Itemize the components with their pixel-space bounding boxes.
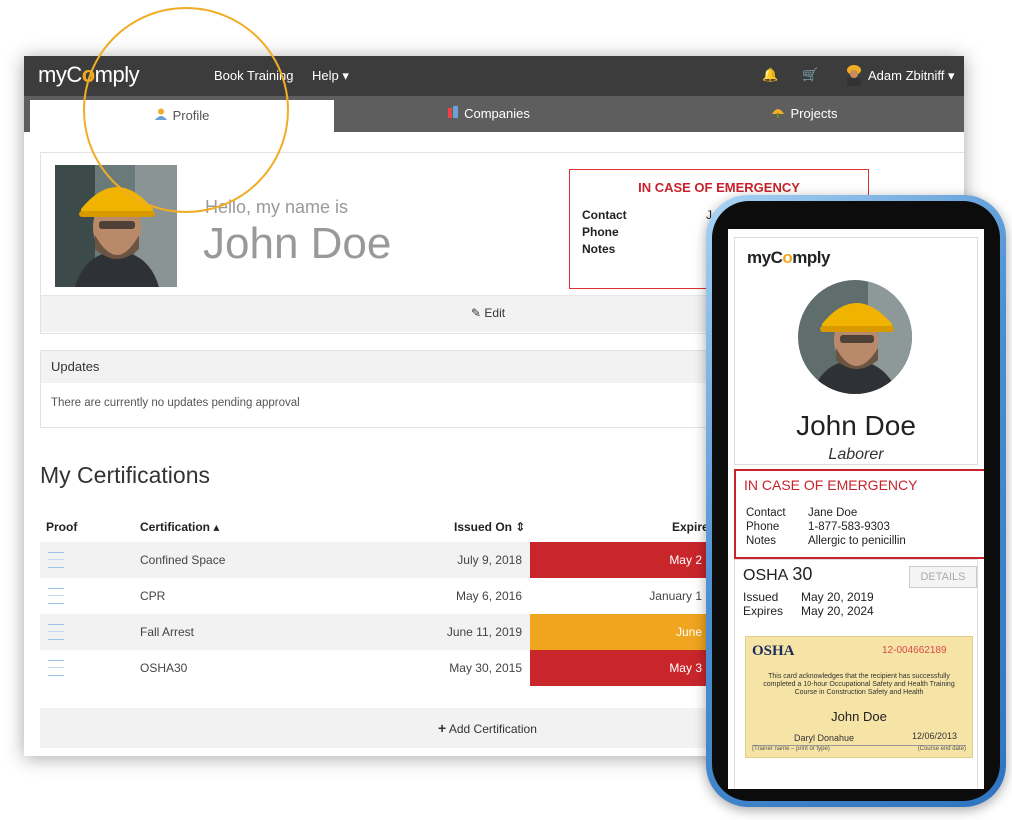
certifications-title: My Certifications (40, 462, 210, 488)
cert-issued: May 6, 2016 (455, 589, 522, 603)
phone-contact-label: Contact (746, 507, 786, 519)
proof-thumbnail[interactable] (48, 588, 64, 604)
osha-card-text: This card acknowledges that the recipien… (763, 673, 955, 696)
osha-card-footer: (Trainer name – print or type) (Course e… (752, 745, 966, 756)
cert-issued: June 11, 2019 (446, 625, 522, 639)
tab-companies[interactable]: Companies (334, 96, 644, 132)
osha-issued-value: May 20, 2019 (801, 590, 874, 604)
user-avatar-icon[interactable] (844, 64, 864, 86)
cert-name: Fall Arrest (140, 625, 195, 639)
header-certification[interactable]: Certification ▴ (140, 520, 219, 534)
phone-profile-photo (798, 280, 912, 394)
phone-profile-name: John Doe (796, 410, 916, 441)
cart-icon[interactable]: 🛒 (802, 67, 818, 83)
highlight-ring (83, 7, 289, 213)
osha-issued-label: Issued (743, 590, 779, 604)
proof-thumbnail[interactable] (48, 624, 64, 640)
proof-thumbnail[interactable] (48, 552, 64, 568)
header-expires[interactable]: Expire (672, 520, 709, 534)
phone-notes-label: Notes (746, 535, 777, 547)
pencil-icon: ✎ (471, 306, 482, 320)
phone-emergency-title: IN CASE OF EMERGENCY (744, 477, 918, 493)
details-button[interactable]: DETAILS (909, 566, 977, 588)
osha-card-logo: OSHA (752, 643, 795, 659)
osha-title: OSHA 30 (743, 564, 813, 584)
cert-expires: May 2 (669, 553, 702, 567)
osha-card-date: 12/06/2013 (912, 731, 958, 741)
osha-card-trainer: Daryl Donahue (794, 733, 855, 743)
phone-screen: myComply John Doe Laborer IN CASE OF EME… (728, 229, 984, 789)
plus-icon: + (438, 720, 447, 736)
phone-notes-value: Allergic to penicillin (808, 535, 906, 547)
add-certification-button[interactable]: + Add Certification (438, 720, 537, 736)
cert-name: OSHA30 (140, 661, 188, 675)
phone-osha-card: OSHA 30 DETAILS Issued May 20, 2019 Expir… (734, 559, 978, 789)
help-menu[interactable]: Help ▾ (312, 68, 349, 84)
cert-name: CPR (140, 589, 166, 603)
phone-profile-role: Laborer (828, 446, 884, 463)
profile-name: John Doe (203, 219, 392, 268)
phone-label: Phone (582, 225, 619, 239)
bell-icon[interactable]: 🔔 (762, 67, 778, 83)
cert-expires: June (675, 625, 702, 639)
emergency-title: IN CASE OF EMERGENCY (638, 180, 800, 195)
cert-issued: July 9, 2018 (457, 553, 522, 567)
contact-label: Contact (582, 208, 627, 222)
phone-brand-logo: myComply (747, 248, 830, 267)
osha-card-trainer-label: (Trainer name – print or type) (752, 746, 830, 752)
osha-expires-value: May 20, 2024 (801, 604, 874, 618)
phone-emergency-box: IN CASE OF EMERGENCY Contact Jane Doe Ph… (734, 469, 984, 559)
osha-card-image: OSHA 12-004662189 This card acknowledges… (745, 636, 973, 758)
tab-projects[interactable]: Projects (644, 96, 964, 132)
osha-card-number: 12-004662189 (882, 645, 947, 656)
hardhat-icon (771, 96, 785, 132)
phone-phone-value: 1-877-583-9303 (808, 521, 890, 533)
cert-expires: May 3 (669, 661, 702, 675)
proof-thumbnail[interactable] (48, 660, 64, 676)
user-menu[interactable]: Adam Zbitniff ▾ (868, 68, 955, 84)
header-proof: Proof (46, 520, 78, 534)
osha-expires-label: Expires (743, 604, 784, 618)
osha-card-name: John Doe (831, 709, 887, 724)
phone-contact-value: Jane Doe (808, 507, 858, 519)
edit-button[interactable]: ✎ Edit (471, 306, 505, 320)
header-issued[interactable]: Issued On ⇕ (454, 520, 525, 534)
phone-phone-label: Phone (746, 521, 780, 533)
phone-profile-card: myComply John Doe Laborer (734, 237, 978, 465)
phone-mockup: myComply John Doe Laborer IN CASE OF EME… (706, 195, 1012, 815)
notes-label: Notes (582, 242, 616, 256)
building-icon (448, 96, 459, 132)
osha-card-date-label: (Course end date) (917, 746, 966, 752)
cert-issued: May 30, 2015 (449, 661, 522, 675)
cert-name: Confined Space (140, 553, 226, 567)
cert-expires: January 1 (649, 589, 702, 603)
